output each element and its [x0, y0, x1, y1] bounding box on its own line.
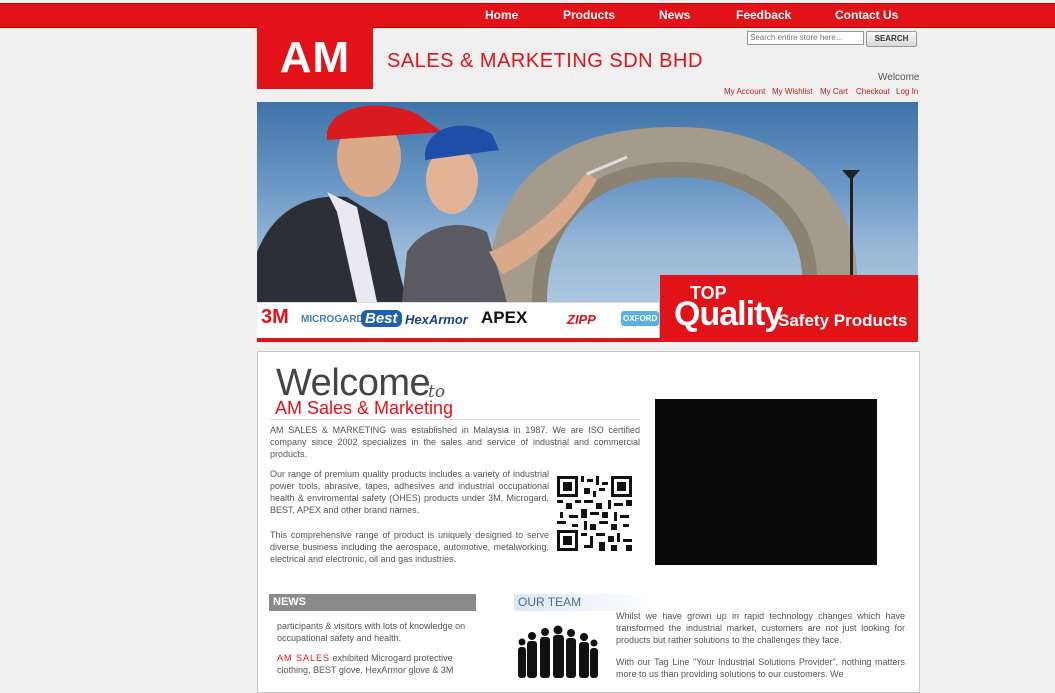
nav-news[interactable]: News — [659, 8, 690, 22]
top-nav-bar: Home Products News Feedback Contact Us — [0, 3, 1055, 28]
intro-paragraph-2: Our range of premium quality products in… — [270, 469, 549, 515]
site-logo[interactable]: AM — [257, 27, 373, 89]
nav-feedback[interactable]: Feedback — [736, 8, 791, 22]
search-button[interactable]: SEARCH — [866, 31, 917, 47]
news-item-1: participants & visitors with lots of kno… — [277, 621, 466, 643]
welcome-message: Welcome — [878, 72, 920, 83]
quality-main-text: Quality — [674, 295, 783, 333]
checkout-link[interactable]: Checkout — [856, 87, 890, 96]
nav-home[interactable]: Home — [485, 8, 518, 22]
qr-code-image[interactable] — [557, 476, 632, 551]
brand-3m-logo: 3M — [261, 306, 289, 328]
team-paragraph-2: With our Tag Line "Your Industrial Solut… — [616, 657, 905, 679]
intro-paragraph-1: AM SALES & MARKETING was established in … — [270, 425, 640, 459]
my-account-link[interactable]: My Account — [724, 87, 765, 96]
login-link[interactable]: Log In — [896, 87, 918, 96]
news-item-2: AM SALES exhibited Microgard protective … — [277, 652, 467, 676]
quality-sub-text: Safety Products — [778, 311, 908, 330]
our-team-title: OUR TEAM — [514, 594, 654, 611]
quality-badge: TOP Quality Safety Products — [660, 275, 918, 338]
brand-zipp-logo: ZIPP — [567, 312, 596, 327]
search-input[interactable] — [747, 31, 864, 45]
brand-hexarmor-logo: HexArmor — [405, 312, 468, 327]
banner-bottom-line — [257, 338, 918, 342]
intro-paragraph-3: This comprehensive range of product is u… — [270, 530, 549, 564]
nav-products[interactable]: Products — [563, 8, 615, 22]
heading-divider — [270, 419, 640, 420]
news-section-title: NEWS — [269, 594, 476, 611]
video-player[interactable] — [655, 399, 877, 565]
my-wishlist-link[interactable]: My Wishlist — [772, 87, 812, 96]
brand-apex-logo: APEX — [481, 308, 528, 327]
team-paragraph-1: Whilst we have grown up in rapid technol… — [616, 611, 905, 645]
nav-contact-us[interactable]: Contact Us — [835, 8, 898, 22]
my-cart-link[interactable]: My Cart — [820, 87, 848, 96]
company-name: SALES & MARKETING SDN BHD — [387, 50, 703, 72]
brand-oxford-logo: OXFORD — [621, 311, 660, 326]
hero-banner[interactable]: 3M MICROGARD Best HexArmor APEX ZIPP OXF… — [257, 102, 918, 342]
brand-microgard-logo: MICROGARD — [301, 314, 364, 325]
welcome-subheading: AM Sales & Marketing — [275, 398, 454, 418]
brand-best-logo: Best — [361, 310, 402, 327]
news-brand-highlight: AM SALES — [277, 653, 331, 663]
team-silhouette-image — [518, 625, 598, 678]
